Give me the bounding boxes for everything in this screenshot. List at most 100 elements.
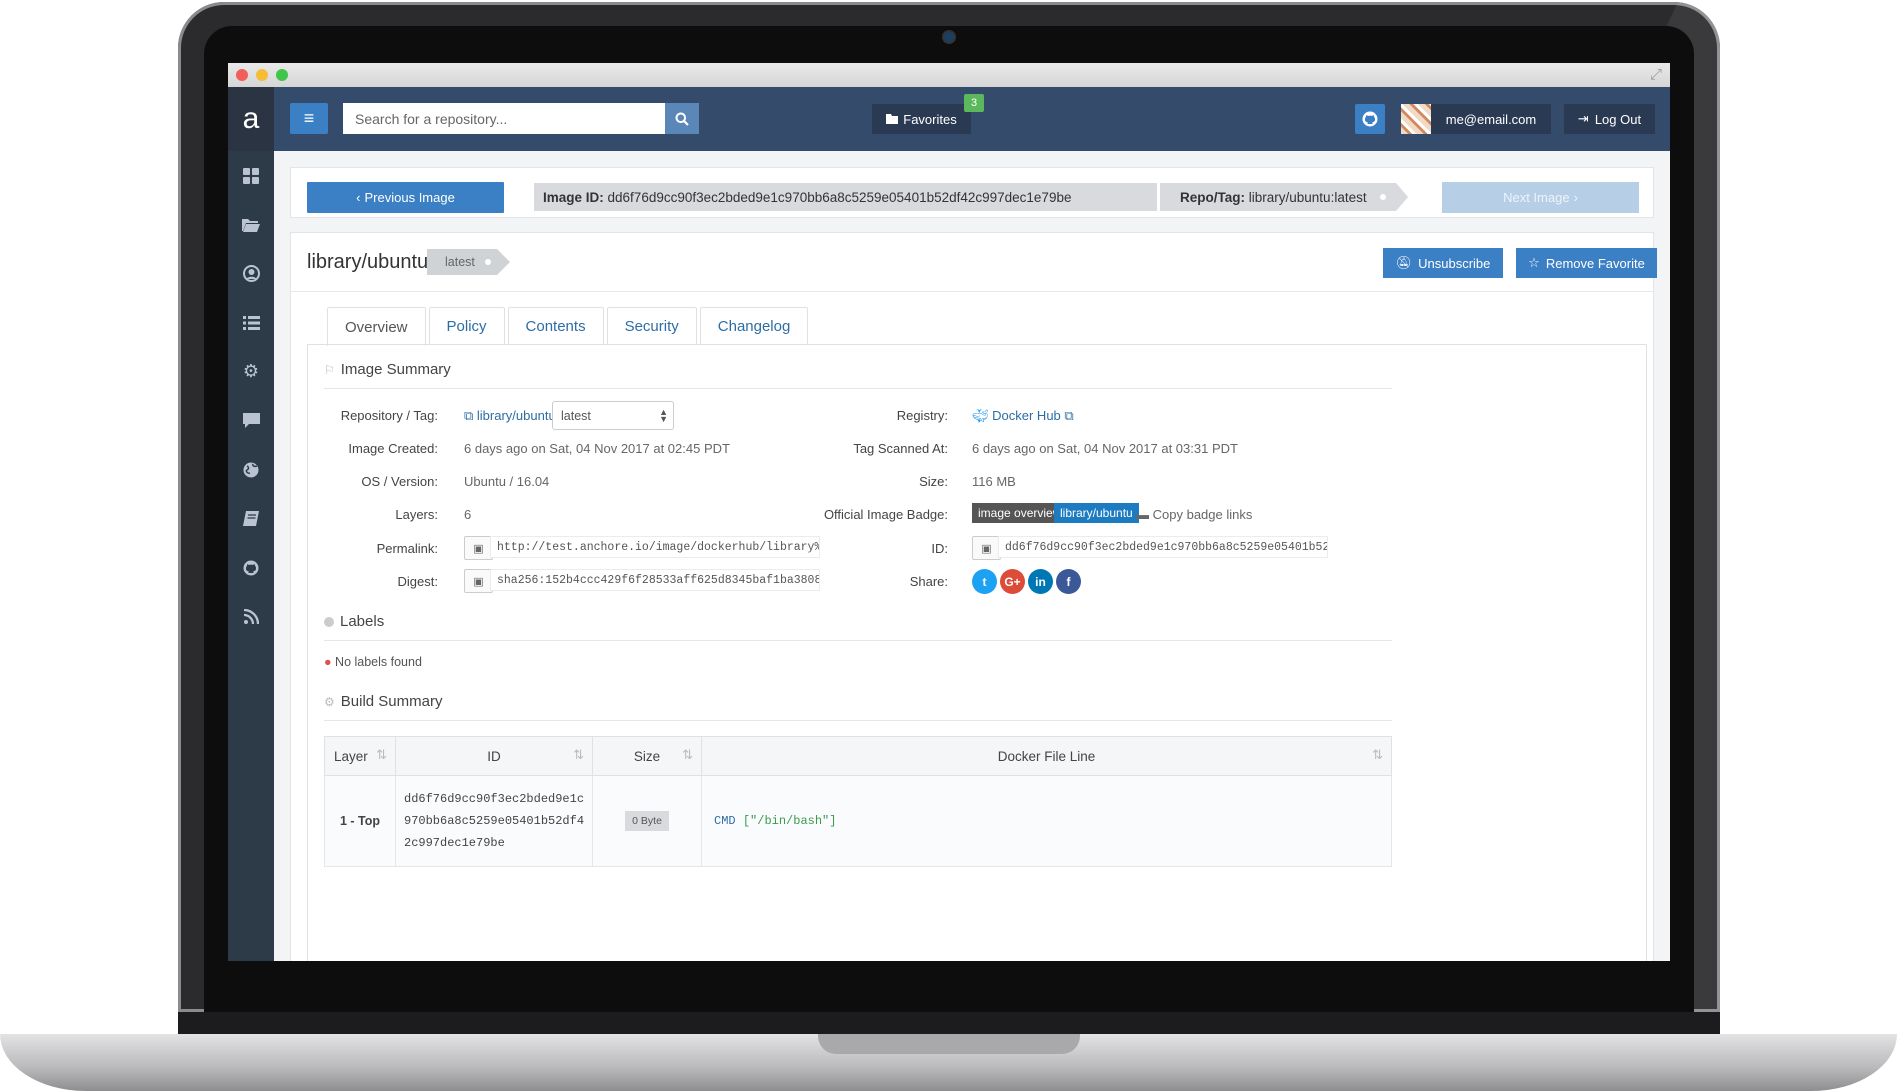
search-input[interactable] — [343, 103, 665, 134]
image-navigation-bar: ‹ Previous Image Image ID: dd6f76d9cc90f… — [290, 167, 1654, 218]
tab-policy[interactable]: Policy — [428, 307, 505, 345]
sidebar-item-repositories[interactable] — [228, 200, 274, 249]
id-field[interactable]: dd6f76d9cc90f3ec2bded9e1c970bb6a8c5259e0… — [998, 536, 1328, 558]
github-icon — [243, 560, 259, 575]
sort-icon: ⇅ — [1372, 747, 1383, 762]
unsubscribe-button[interactable]: 🔕︎ Unsubscribe — [1383, 248, 1503, 278]
sidebar-item-list[interactable] — [228, 298, 274, 347]
sort-icon: ⇅ — [682, 747, 694, 762]
sidebar-item-dashboard[interactable] — [228, 151, 274, 200]
column-header-layer[interactable]: Layer ⇅ — [324, 736, 396, 776]
column-header-size[interactable]: Size ⇅ — [592, 736, 703, 776]
clipboard-icon: ▣ — [473, 542, 484, 555]
image-summary-heading: ⚐ Image Summary — [324, 361, 451, 378]
grid-icon — [243, 167, 259, 184]
tab-changelog[interactable]: Changelog — [699, 307, 809, 345]
column-header-id[interactable]: ID ⇅ — [394, 736, 594, 776]
favorites-button[interactable]: Favorites — [872, 104, 971, 134]
size-badge: 0 Byte — [625, 811, 669, 831]
search-icon — [675, 112, 689, 126]
close-window-button[interactable] — [236, 69, 248, 81]
github-button[interactable] — [1355, 104, 1385, 134]
build-summary-heading: ⚙ Build Summary — [324, 693, 443, 710]
star-icon: ☆ — [1528, 255, 1540, 270]
gears-icon: ⚙ — [242, 361, 260, 381]
layer-id-cell: dd6f76d9cc90f3ec2bded9e1c 970bb6a8c5259e… — [394, 775, 594, 867]
repository-link[interactable]: ⧉ library/ubuntu — [464, 408, 556, 424]
tag-circle-icon — [324, 616, 334, 627]
labels-heading: Labels — [324, 613, 384, 630]
copy-permalink-button[interactable]: ▣ — [464, 536, 493, 560]
window-titlebar: ⤢ — [228, 63, 1670, 87]
copy-badge-links-button[interactable]: ▬ Copy badge links — [1136, 507, 1252, 522]
permalink-field[interactable]: http://test.anchore.io/image/dockerhub/l… — [490, 536, 820, 558]
alert-icon: ● — [324, 655, 332, 669]
tag-select[interactable]: latest ▲ ▼ — [552, 401, 674, 430]
sidebar-item-account[interactable] — [228, 249, 274, 298]
dockerfile-line-cell: CMD ["/bin/bash"] — [701, 775, 1392, 867]
sidebar-item-rss[interactable] — [228, 592, 274, 641]
build-summary-table: Layer ⇅ ID ⇅ Size ⇅ Docker File Line ⇅ 1 - T… — [324, 736, 1392, 867]
comment-icon — [242, 413, 260, 428]
page-title: library/ubuntu — [307, 251, 429, 273]
tab-contents[interactable]: Contents — [507, 307, 604, 345]
anchore-logo[interactable]: a — [228, 87, 274, 151]
minimize-window-button[interactable] — [256, 69, 268, 81]
badge-right: library/ubuntu — [1054, 503, 1139, 523]
top-navbar: ≡ Favorites 3 me@email.com ⇥ Log Out — [274, 87, 1670, 151]
fullscreen-icon[interactable]: ⤢ — [1650, 66, 1662, 83]
column-header-dockerfile-line[interactable]: Docker File Line ⇅ — [701, 736, 1392, 776]
github-icon — [1362, 111, 1378, 127]
globe-icon — [243, 462, 259, 477]
select-arrows-icon: ▲ ▼ — [659, 407, 668, 424]
bell-slash-icon: 🔕︎ — [1395, 255, 1413, 270]
list-icon — [242, 315, 260, 330]
next-image-button[interactable]: Next Image › — [1442, 182, 1639, 213]
twitter-share-icon[interactable]: t — [972, 569, 997, 594]
sign-out-icon: ⇥ — [1577, 111, 1589, 126]
clipboard-icon: ▣ — [981, 542, 992, 555]
folder-icon — [886, 114, 899, 124]
google-plus-share-icon[interactable]: G+ — [1000, 569, 1025, 594]
previous-image-button[interactable]: ‹ Previous Image — [307, 182, 504, 213]
chevron-right-icon: › — [1573, 190, 1578, 205]
search-button[interactable] — [665, 103, 699, 134]
remove-favorite-button[interactable]: ☆ Remove Favorite — [1516, 248, 1657, 278]
favorites-count-badge: 3 — [964, 94, 984, 112]
clipboard-icon: ▣ — [473, 575, 484, 588]
logout-button[interactable]: ⇥ Log Out — [1564, 104, 1655, 134]
tab-overview[interactable]: Overview — [327, 307, 426, 346]
sidebar-item-settings[interactable]: ⚙ — [228, 347, 274, 396]
hamburger-icon: ≡ — [303, 108, 315, 128]
app-screen: ⤢ a ⚙ ≡ Search for a repository... Favor… — [228, 63, 1670, 961]
avatar[interactable] — [1401, 104, 1431, 134]
tab-bar: Overview Policy Contents Security Change… — [327, 307, 809, 346]
table-row: 1 - Top dd6f76d9cc90f3ec2bded9e1c 970bb6… — [324, 775, 1392, 867]
image-id-crumb: Image ID: dd6f76d9cc90f3ec2bded9e1c970bb… — [534, 183, 1157, 211]
overview-tab-panel: ⚐ Image Summary Repository / Tag: ⧉ libr… — [307, 344, 1647, 961]
folder-open-icon — [242, 219, 260, 232]
book-icon — [243, 511, 259, 526]
copy-id-button[interactable]: ▣ — [972, 536, 1001, 560]
zoom-window-button[interactable] — [276, 69, 288, 81]
registry-link[interactable]: 🐳︎ Docker Hub ⧉ — [972, 408, 1074, 424]
tab-security[interactable]: Security — [606, 307, 697, 345]
folder-icon: ▬ — [1136, 507, 1149, 522]
chevron-left-icon: ‹ — [356, 190, 361, 205]
gear-icon: ⚙ — [324, 694, 335, 709]
linkedin-share-icon[interactable]: in — [1028, 569, 1053, 594]
menu-toggle-button[interactable]: ≡ — [290, 103, 328, 134]
no-labels-message: ● No labels found — [324, 655, 422, 669]
main-content: ‹ Previous Image Image ID: dd6f76d9cc90f… — [274, 151, 1670, 961]
sort-icon: ⇅ — [573, 747, 585, 762]
user-email-button[interactable]: me@email.com — [1431, 104, 1551, 134]
image-panel: library/ubuntu latest 🔕︎ Unsubscribe ☆ R… — [290, 232, 1657, 961]
digest-field[interactable]: sha256:152b4ccc429f6f28533aff625d8345baf… — [490, 569, 820, 591]
flag-icon: ⚐ — [324, 362, 335, 377]
rss-icon — [243, 609, 259, 624]
tag-label: latest — [427, 249, 510, 275]
sidebar: a ⚙ — [228, 87, 274, 961]
facebook-share-icon[interactable]: f — [1056, 569, 1081, 594]
sort-asc-icon: ⇅ — [376, 747, 387, 762]
copy-digest-button[interactable]: ▣ — [464, 569, 493, 593]
